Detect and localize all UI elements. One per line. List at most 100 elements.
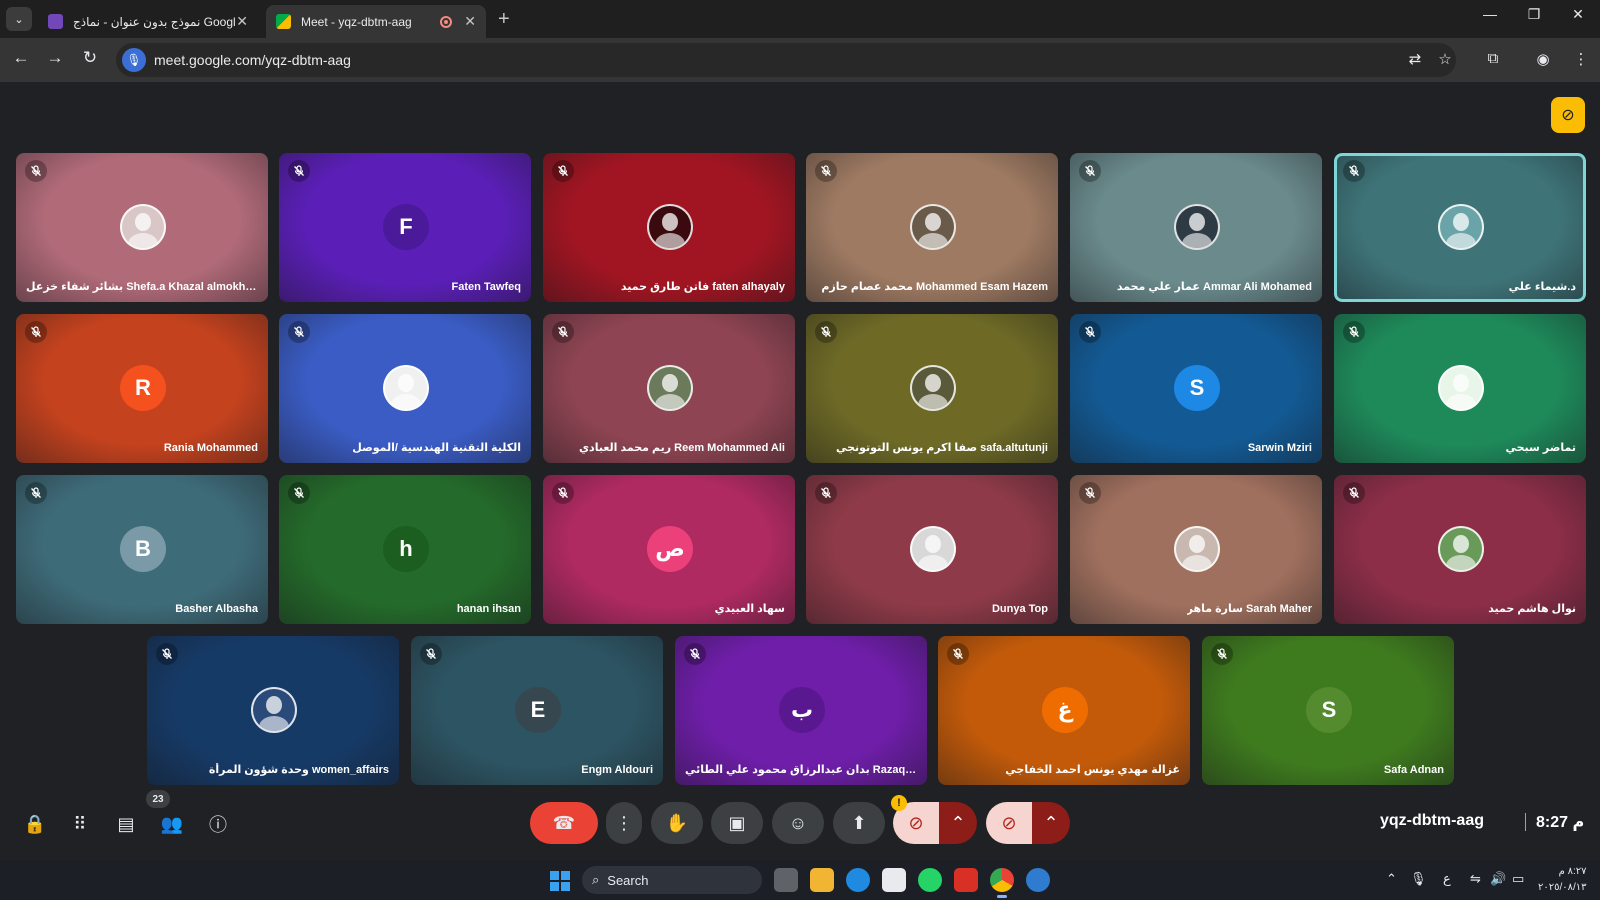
participant-tile[interactable]: فاتن طارق حميد faten alhayaly xyxy=(543,153,795,302)
participant-tile[interactable]: S Sarwin Mziri xyxy=(1070,314,1322,463)
avatar xyxy=(383,365,429,411)
participant-name: ريم محمد العبادي Reem Mohammed Ali xyxy=(578,442,785,454)
participant-tile[interactable]: محمد عصام حازم Mohammed Esam Hazem xyxy=(806,153,1058,302)
mic-muted-icon xyxy=(156,643,178,665)
participant-tile[interactable]: ب بدان عبدالرزاق محمود علي الطائي Razaq M… xyxy=(675,636,927,785)
participant-tile[interactable]: بشائر شفاء خزعل Shefa.a Khazal almokhtar… xyxy=(16,153,268,302)
host-controls-lock-icon[interactable]: 🔒 xyxy=(20,809,50,839)
activities-grid-icon[interactable]: ⠿ xyxy=(65,809,95,839)
raise-hand-button[interactable]: ✋ xyxy=(651,802,703,844)
globe-app-icon[interactable] xyxy=(1026,868,1050,892)
present-screen-button[interactable]: ⬆ xyxy=(833,802,885,844)
task-view-icon[interactable] xyxy=(774,868,798,892)
close-window-icon[interactable]: ✕ xyxy=(1558,6,1598,23)
present-icon: ⬆ xyxy=(851,812,867,833)
captions-icon: ▣ xyxy=(728,812,746,833)
mic-permission-icon[interactable]: 🎙 xyxy=(122,48,146,72)
tab-google-forms[interactable]: نموذج بدون عنوان - نماذج Google ✕ xyxy=(38,5,258,38)
mic-muted-icon xyxy=(25,482,47,504)
avatar xyxy=(120,204,166,250)
mic-muted-icon xyxy=(288,321,310,343)
close-tab-icon[interactable]: ✕ xyxy=(236,13,248,30)
participant-name: بشائر شفاء خزعل Shefa.a Khazal almokhtar… xyxy=(26,281,258,293)
microphone-toggle-button[interactable]: ⊘ xyxy=(986,802,1032,844)
participant-tile[interactable]: S Safa Adnan xyxy=(1202,636,1454,785)
reactions-button[interactable]: ☺ xyxy=(772,802,824,844)
avatar: E xyxy=(515,687,561,733)
participant-name: تماضر سبحي xyxy=(1505,442,1576,454)
pdf-reader-icon[interactable] xyxy=(954,868,978,892)
participant-tile[interactable]: B Basher Albasha xyxy=(16,475,268,624)
meeting-code: yqz-dbtm-aag xyxy=(1380,812,1484,829)
more-menu-icon[interactable]: ⋮ xyxy=(1570,50,1592,68)
participant-tile[interactable]: وحدة شؤون المرأة women_affairs xyxy=(147,636,399,785)
avatar: F xyxy=(383,204,429,250)
back-arrow-icon[interactable]: ← xyxy=(9,48,33,68)
taskbar-search-box[interactable]: ⌕ Search xyxy=(582,866,762,894)
avatar xyxy=(1438,204,1484,250)
whatsapp-icon[interactable] xyxy=(918,868,942,892)
people-icon[interactable]: 👥 xyxy=(157,809,187,839)
mic-muted-icon xyxy=(1343,321,1365,343)
translate-icon[interactable]: ⇄ xyxy=(1404,50,1426,68)
participant-name: Basher Albasha xyxy=(175,603,258,615)
windows-start-icon[interactable] xyxy=(550,871,570,891)
mic-muted-icon xyxy=(815,321,837,343)
participant-tile[interactable]: Dunya Top xyxy=(806,475,1058,624)
chat-icon[interactable]: ▤ xyxy=(111,809,141,839)
show-hidden-icons-chevron-icon[interactable]: ⌃ xyxy=(1386,871,1397,887)
more-options-button[interactable]: ⋮ xyxy=(606,802,642,844)
reload-icon[interactable]: ↻ xyxy=(78,48,102,68)
more-vert-icon: ⋮ xyxy=(615,812,633,833)
participant-tile[interactable]: تماضر سبحي xyxy=(1334,314,1586,463)
taskbar-clock[interactable]: ٨:٢٧ م ٢٠٢٥/٠٨/١٣ xyxy=(1538,864,1587,896)
tab-google-meet[interactable]: Meet - yqz-dbtm-aag ✕ xyxy=(266,5,486,38)
participant-name: فاتن طارق حميد faten alhayaly xyxy=(620,281,785,293)
participant-tile[interactable]: الكلية التقنية الهندسية /الموصل xyxy=(279,314,531,463)
camera-off-notice-icon[interactable]: ⊘ xyxy=(1551,97,1585,133)
participant-name: Engm Aldouri xyxy=(581,764,653,776)
mic-muted-icon xyxy=(25,160,47,182)
mic-muted-icon xyxy=(1079,321,1101,343)
minimize-icon[interactable]: — xyxy=(1470,6,1510,22)
participant-tile[interactable]: E Engm Aldouri xyxy=(411,636,663,785)
profile-icon[interactable]: ◉ xyxy=(1532,50,1554,68)
meeting-info-icon[interactable]: ⓘ xyxy=(203,809,233,839)
people-count-badge: 23 xyxy=(146,790,170,808)
emoji-icon: ☺ xyxy=(788,812,808,833)
close-tab-icon[interactable]: ✕ xyxy=(464,13,476,30)
chrome-icon[interactable] xyxy=(990,868,1014,898)
maximize-icon[interactable]: ❐ xyxy=(1514,6,1554,23)
mic-muted-icon xyxy=(1211,643,1233,665)
participant-tile[interactable]: صفا اكرم يونس التوتونجي safa.altutunji xyxy=(806,314,1058,463)
edge-browser-icon[interactable] xyxy=(846,868,870,892)
battery-icon[interactable]: ▭ xyxy=(1512,871,1524,887)
clock-time: ٨:٢٧ م xyxy=(1558,866,1587,877)
mic-muted-icon xyxy=(815,160,837,182)
participant-tile[interactable]: نوال هاشم حميد xyxy=(1334,475,1586,624)
participant-tile[interactable]: ريم محمد العبادي Reem Mohammed Ali xyxy=(543,314,795,463)
address-bar[interactable]: 🎙 meet.google.com/yqz-dbtm-aag xyxy=(116,43,1456,77)
microphone-tray-icon[interactable]: 🎙 xyxy=(1410,871,1427,887)
participant-tile[interactable]: غ غزالة مهدي يونس احمد الخفاجي xyxy=(938,636,1190,785)
participant-tile[interactable]: د.شيماء علي xyxy=(1334,153,1586,302)
bookmark-star-icon[interactable]: ☆ xyxy=(1434,50,1456,68)
leave-call-button[interactable]: ☎ xyxy=(530,802,598,844)
tab-search-chevron-icon[interactable]: ⌄ xyxy=(6,7,32,31)
volume-icon[interactable]: 🔊 xyxy=(1490,871,1506,887)
new-tab-plus-icon[interactable]: + xyxy=(498,8,510,31)
forward-arrow-icon[interactable]: → xyxy=(43,48,67,68)
participant-tile[interactable]: ص سهاد العبيدي xyxy=(543,475,795,624)
participant-tile[interactable]: عمار علي محمد Ammar Ali Mohamed xyxy=(1070,153,1322,302)
participant-tile[interactable]: h hanan ihsan xyxy=(279,475,531,624)
participant-tile[interactable]: F Faten Tawfeq xyxy=(279,153,531,302)
microsoft-store-icon[interactable] xyxy=(882,868,906,892)
extensions-puzzle-icon[interactable]: ⧉ xyxy=(1482,50,1504,67)
file-explorer-icon[interactable] xyxy=(810,868,834,892)
participant-tile[interactable]: R Rania Mohammed xyxy=(16,314,268,463)
captions-button[interactable]: ▣ xyxy=(711,802,763,844)
network-icon[interactable]: ⇋ xyxy=(1470,871,1481,887)
participant-tile[interactable]: سارة ماهر Sarah Maher xyxy=(1070,475,1322,624)
search-label: Search xyxy=(607,872,649,888)
input-language-indicator[interactable]: ع xyxy=(1443,871,1451,887)
